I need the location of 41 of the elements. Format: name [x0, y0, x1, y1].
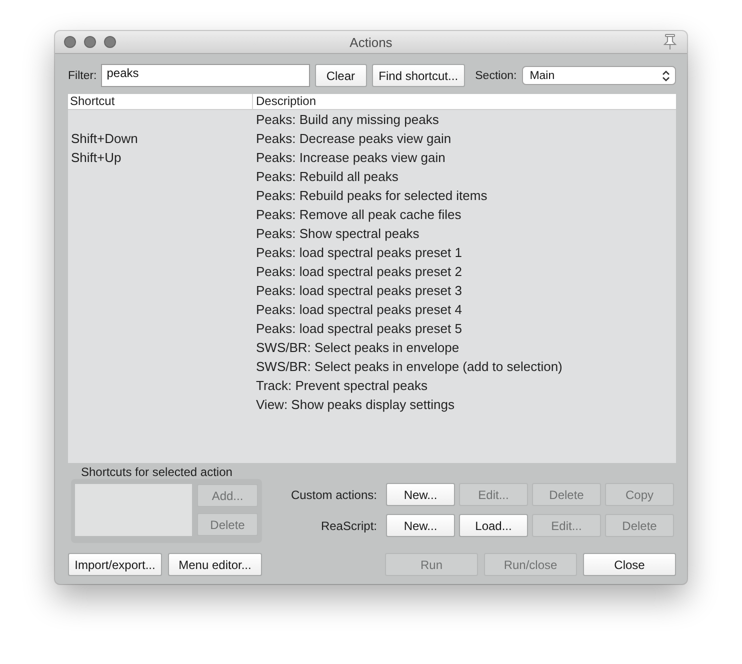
table-cell-text: Shift+Down: [70, 130, 139, 148]
window-button-icon[interactable]: [64, 36, 76, 48]
table-cell-text: Peaks: Rebuild peaks for selected items: [255, 187, 488, 205]
table-cell-text: Peaks: load spectral peaks preset 3: [255, 282, 462, 300]
column-header[interactable]: Description: [252, 94, 676, 109]
table-cell-text: Peaks: load spectral peaks preset 2: [255, 263, 462, 281]
section-dropdown[interactable]: Main: [522, 66, 676, 85]
import-export-button[interactable]: Import/export...: [68, 553, 162, 576]
close-button[interactable]: Close: [583, 553, 676, 576]
table-cell-text: Shift+Up: [70, 149, 122, 167]
filter-field[interactable]: peaks: [100, 64, 310, 87]
load-button[interactable]: Load...: [459, 514, 528, 537]
table-cell-text: Peaks: Increase peaks view gain: [255, 149, 446, 167]
table-cell-text: Peaks: Build any missing peaks: [255, 111, 439, 129]
table-cell-text: Peaks: Remove all peak cache files: [255, 206, 462, 224]
table-cell-text: Peaks: load spectral peaks preset 4: [255, 301, 462, 319]
table-cell-text: Peaks: Decrease peaks view gain: [255, 130, 452, 148]
pin-icon[interactable]: [663, 34, 677, 50]
find-shortcut-button[interactable]: Find shortcut...: [372, 64, 466, 87]
window-button-icon[interactable]: [84, 36, 96, 48]
panel-title: Shortcuts for selected action: [81, 466, 234, 479]
table-cell-text: Peaks: load spectral peaks preset 1: [255, 244, 462, 262]
table-cell-text: Peaks: Rebuild all peaks: [255, 168, 398, 186]
clear-button[interactable]: Clear: [314, 64, 367, 87]
table-cell-text: SWS/BR: Select peaks in envelope: [255, 339, 460, 357]
menu-editor-button[interactable]: Menu editor...: [168, 553, 262, 576]
table-cell-text: Peaks: load spectral peaks preset 5: [255, 320, 462, 338]
table-cell-text: View: Show peaks display settings: [255, 396, 454, 414]
column-header[interactable]: Shortcut: [68, 94, 252, 109]
window-title: Actions: [350, 34, 392, 50]
table-cell-text: Track: Prevent spectral peaks: [255, 377, 428, 395]
custom-actions-label: Custom actions:: [290, 488, 377, 502]
filter-label: Filter:: [68, 70, 97, 82]
table-cell-text: Peaks: Show spectral peaks: [255, 225, 420, 243]
table-cell-text: SWS/BR: Select peaks in envelope (add to selection): [255, 358, 562, 376]
new-button[interactable]: New...: [386, 483, 455, 506]
window-button-icon[interactable]: [104, 36, 116, 48]
new-button[interactable]: New...: [386, 514, 455, 537]
chevrons-icon: [662, 70, 670, 82]
reascript-label: ReaScript:: [320, 518, 377, 532]
section-label: Section:: [475, 70, 517, 82]
